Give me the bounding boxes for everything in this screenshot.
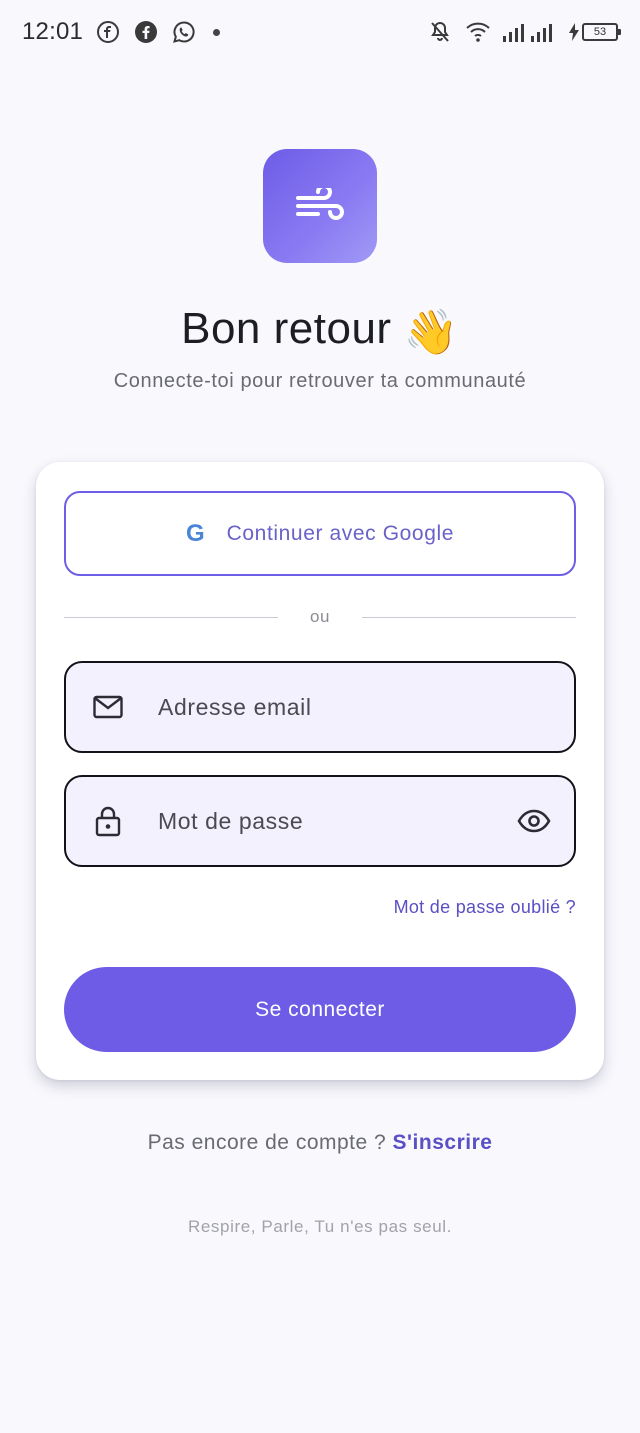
signup-row: Pas encore de compte ? S'inscrire (0, 1131, 640, 1155)
page-title-text: Bon retour (181, 304, 392, 353)
status-bar: 12:01 53 (0, 0, 640, 64)
status-time: 12:01 (22, 18, 84, 45)
divider-line-right (361, 616, 576, 618)
whatsapp-icon (171, 19, 197, 45)
email-field[interactable] (64, 661, 576, 753)
status-left: 12:01 (22, 18, 221, 46)
waving-hand-icon: 👋 (403, 308, 459, 357)
app-logo (263, 149, 377, 263)
signup-prompt: Pas encore de compte ? (147, 1131, 393, 1154)
wifi-icon (465, 19, 491, 45)
email-input[interactable] (158, 693, 554, 721)
lock-icon (92, 805, 124, 837)
forgot-password-link[interactable]: Mot de passe oublié ? (394, 897, 576, 918)
login-card: G Continuer avec Google ou Adresse email… (36, 462, 604, 1080)
page-subtitle: Connecte-toi pour retrouver ta communaut… (113, 370, 527, 392)
eye-icon (517, 809, 551, 833)
page-title: Bon retour 👋 (0, 304, 640, 358)
login-screen: 12:01 53 Bon retour 👋 Connecte-toi pour … (0, 0, 640, 1433)
bell-off-icon (427, 19, 453, 45)
divider-line-left (64, 616, 278, 618)
battery-level: 53 (593, 26, 607, 38)
toggle-password-visibility[interactable] (514, 801, 554, 841)
signup-link[interactable]: S'inscrire (393, 1131, 493, 1154)
password-field[interactable] (64, 775, 576, 867)
password-input[interactable] (158, 807, 514, 835)
facebook-icon (133, 19, 159, 45)
signal-icon (503, 19, 557, 45)
divider-text: ou (310, 607, 330, 626)
or-divider: ou (64, 602, 576, 632)
facebook-lite-icon (95, 19, 121, 45)
battery-icon: 53 (582, 23, 621, 41)
battery-indicator: 53 (569, 23, 621, 41)
tagline: Respire, Parle, Tu n'es pas seul. (187, 1217, 452, 1236)
mail-icon (92, 691, 124, 723)
wind-icon (296, 188, 344, 220)
notification-dot-icon (213, 28, 221, 36)
google-icon: G (185, 519, 205, 547)
charging-icon (569, 23, 579, 41)
google-signin-label: Continuer avec Google (226, 521, 455, 545)
status-right: 53 (427, 19, 621, 45)
google-signin-button[interactable]: G Continuer avec Google (64, 491, 576, 576)
login-button[interactable]: Se connecter (64, 967, 576, 1052)
